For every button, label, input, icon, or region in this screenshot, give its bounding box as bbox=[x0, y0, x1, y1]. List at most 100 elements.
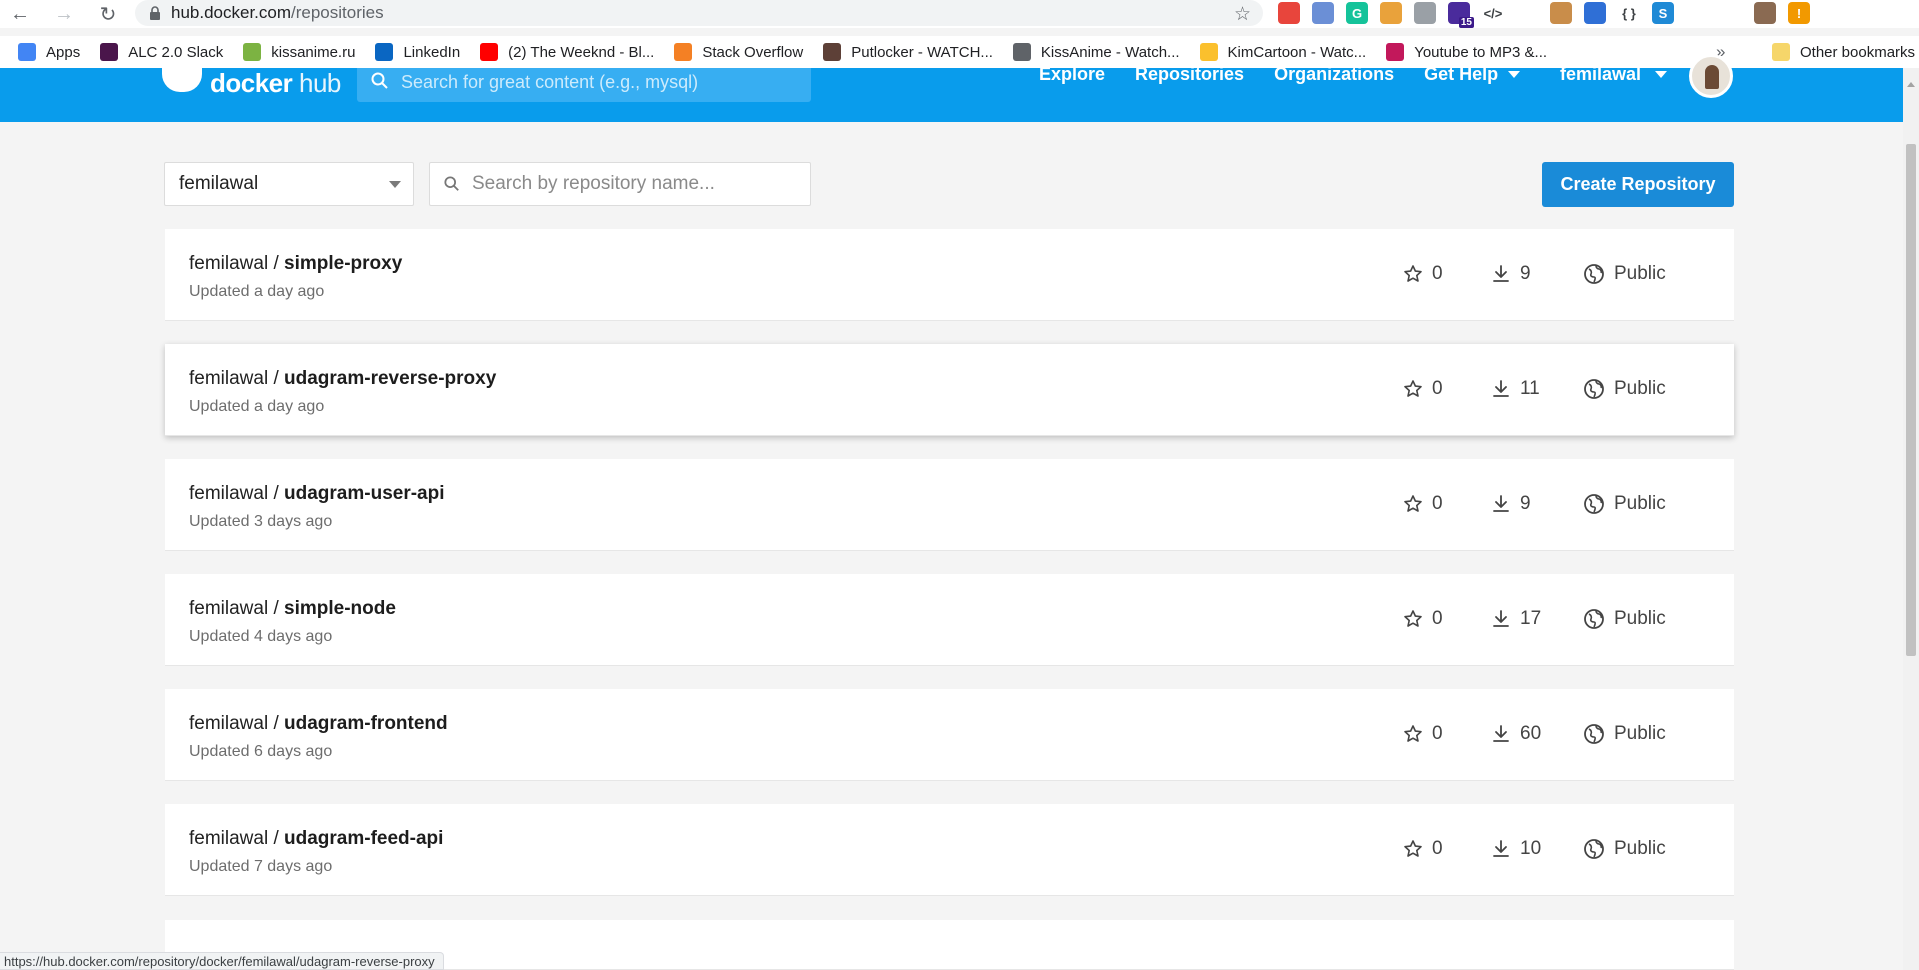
repository-name[interactable]: femilawal / udagram-reverse-proxy bbox=[189, 368, 496, 390]
nav-get-help[interactable]: Get Help bbox=[1424, 64, 1521, 85]
other-bookmarks[interactable]: Other bookmarks bbox=[1772, 36, 1915, 68]
avatar[interactable] bbox=[1689, 54, 1733, 98]
ext-globe-icon[interactable] bbox=[1584, 2, 1606, 24]
reload-icon[interactable]: ↻ bbox=[96, 2, 120, 26]
folder-icon bbox=[1772, 43, 1790, 61]
public-globe-icon bbox=[1584, 494, 1604, 514]
star-count: 0 bbox=[1403, 838, 1443, 860]
apps-grid-icon bbox=[18, 43, 36, 61]
star-count: 0 bbox=[1403, 378, 1443, 400]
user-menu[interactable]: femilawal bbox=[1560, 64, 1668, 85]
dockerhub-logo[interactable]: docker hub bbox=[162, 68, 341, 98]
repository-name[interactable]: femilawal / udagram-user-api bbox=[189, 483, 445, 505]
extension-badge: 15 bbox=[1458, 17, 1474, 28]
profile-avatar-icon[interactable] bbox=[1754, 2, 1776, 24]
star-count: 0 bbox=[1403, 493, 1443, 515]
bookmark-item[interactable]: Apps bbox=[18, 43, 80, 61]
visibility-badge: Public bbox=[1583, 378, 1666, 400]
bookmark-item[interactable]: ALC 2.0 Slack bbox=[100, 43, 223, 61]
ext-bowl-icon[interactable] bbox=[1380, 2, 1402, 24]
pull-count: 9 bbox=[1491, 493, 1531, 515]
main-nav: Explore Repositories Organizations Get H… bbox=[1039, 64, 1521, 85]
kissanime-globe-icon bbox=[1012, 43, 1031, 61]
ext-colorful-icon[interactable] bbox=[1278, 2, 1300, 24]
visibility-badge: Public bbox=[1583, 608, 1666, 630]
ext-s-icon[interactable]: S bbox=[1652, 2, 1674, 24]
repository-name[interactable]: femilawal / simple-node bbox=[189, 598, 396, 620]
bookmark-item[interactable]: LinkedIn bbox=[375, 43, 460, 61]
list-item[interactable]: femilawal / udagram-feed-api Updated 7 da… bbox=[165, 804, 1734, 896]
list-item[interactable]: femilawal / udagram-user-api Updated 3 da… bbox=[165, 459, 1734, 551]
bookmark-item[interactable]: Putlocker - WATCH... bbox=[823, 43, 993, 61]
public-globe-icon bbox=[1584, 609, 1604, 629]
bookmark-star-icon[interactable]: ☆ bbox=[1234, 3, 1251, 26]
download-icon bbox=[1493, 840, 1509, 857]
star-icon bbox=[1404, 495, 1422, 512]
extension-icons: G 15 </> { } S! bbox=[1278, 2, 1810, 28]
repository-updated: Updated a day ago bbox=[189, 398, 325, 415]
kissanime-icon bbox=[243, 43, 262, 61]
forward-icon[interactable]: → bbox=[52, 2, 76, 26]
bookmark-item[interactable]: KissAnime - Watch... bbox=[1012, 43, 1180, 61]
back-icon[interactable]: ← bbox=[8, 2, 32, 26]
list-item[interactable]: femilawal / udagram-frontend Updated 6 da… bbox=[165, 689, 1734, 781]
repository-updated: Updated a day ago bbox=[189, 283, 325, 300]
update-icon[interactable]: ! bbox=[1788, 2, 1810, 24]
repository-name[interactable]: femilawal / udagram-frontend bbox=[189, 713, 448, 735]
ext-json-icon[interactable]: { } bbox=[1618, 2, 1640, 24]
nav-repositories[interactable]: Repositories bbox=[1135, 64, 1244, 85]
repository-name[interactable]: femilawal / udagram-feed-api bbox=[189, 828, 443, 850]
repository-updated: Updated 6 days ago bbox=[189, 743, 333, 760]
visibility-badge: Public bbox=[1583, 493, 1666, 515]
bookmark-item[interactable]: (2) The Weeknd - Bl... bbox=[480, 43, 654, 61]
star-icon bbox=[1404, 380, 1422, 397]
public-globe-icon bbox=[1584, 379, 1604, 399]
repository-updated: Updated 7 days ago bbox=[189, 858, 333, 875]
grammarly-icon[interactable]: G bbox=[1346, 2, 1368, 24]
bookmark-item[interactable]: kissanime.ru bbox=[243, 43, 355, 61]
nav-explore[interactable]: Explore bbox=[1039, 64, 1105, 85]
chevron-down-icon bbox=[1508, 71, 1521, 78]
repository-name[interactable]: femilawal / simple-proxy bbox=[189, 253, 402, 275]
ext-cookie-icon[interactable] bbox=[1550, 2, 1572, 24]
star-icon bbox=[1404, 840, 1422, 857]
repository-updated: Updated 3 days ago bbox=[189, 513, 333, 530]
nav-organizations[interactable]: Organizations bbox=[1274, 64, 1394, 85]
browser-toolbar: ← → ↻ hub.docker.com/repositories ☆ G 15 <… bbox=[0, 0, 1919, 28]
extensions-puzzle-icon[interactable] bbox=[1686, 2, 1708, 24]
pull-count: 10 bbox=[1491, 838, 1541, 860]
reading-list-icon[interactable] bbox=[1720, 2, 1742, 24]
download-icon bbox=[1493, 610, 1509, 627]
list-item[interactable]: femilawal / simple-proxy Updated a day ag… bbox=[165, 229, 1734, 321]
global-search-input[interactable]: Search for great content (e.g., mysql) bbox=[401, 72, 698, 93]
bookmark-item[interactable]: Stack Overflow bbox=[674, 43, 803, 61]
ext-graduation-icon[interactable]: 15 bbox=[1448, 2, 1474, 28]
list-item[interactable]: femilawal / udagram-reverse-proxy Updated… bbox=[165, 344, 1734, 436]
putlocker-icon bbox=[823, 43, 842, 61]
ytmp3-icon bbox=[1386, 43, 1405, 61]
ext-card-icon[interactable] bbox=[1516, 2, 1538, 24]
pull-count: 11 bbox=[1491, 378, 1540, 400]
star-count: 0 bbox=[1403, 263, 1443, 285]
scroll-up-icon[interactable] bbox=[1907, 82, 1915, 87]
repository-search[interactable] bbox=[429, 162, 811, 206]
url-text: hub.docker.com/repositories bbox=[171, 3, 384, 22]
scroll-thumb[interactable] bbox=[1906, 144, 1916, 656]
download-icon bbox=[1493, 265, 1509, 282]
namespace-select[interactable]: femilawal bbox=[164, 162, 414, 206]
dockerhub-header: docker hub Search for great content (e.g… bbox=[0, 54, 1903, 122]
repository-search-input[interactable] bbox=[472, 173, 792, 195]
ext-code-icon[interactable]: </> bbox=[1482, 2, 1504, 24]
bookmark-item[interactable]: Youtube to MP3 &... bbox=[1386, 43, 1547, 61]
stackoverflow-icon bbox=[674, 43, 693, 61]
star-icon bbox=[1404, 265, 1422, 282]
ext-compass-icon[interactable] bbox=[1312, 2, 1334, 24]
ext-gear-icon[interactable] bbox=[1414, 2, 1436, 24]
create-repository-button[interactable]: Create Repository bbox=[1542, 162, 1734, 207]
global-search[interactable]: Search for great content (e.g., mysql) bbox=[357, 68, 811, 102]
list-item[interactable]: femilawal / simple-node Updated 4 days ag… bbox=[165, 574, 1734, 666]
bookmark-item[interactable]: KimCartoon - Watc... bbox=[1199, 43, 1366, 61]
pull-count: 17 bbox=[1491, 608, 1541, 630]
page-scrollbar[interactable] bbox=[1903, 68, 1919, 970]
address-bar[interactable]: hub.docker.com/repositories ☆ bbox=[135, 0, 1263, 26]
